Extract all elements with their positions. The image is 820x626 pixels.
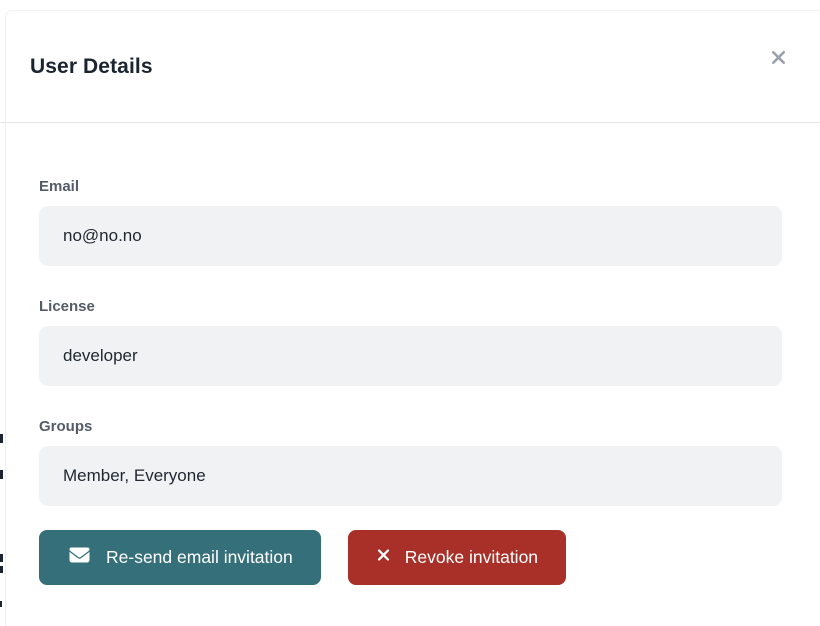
license-field[interactable]: developer: [39, 326, 782, 386]
groups-value: Member, Everyone: [63, 466, 206, 486]
license-label: License: [39, 298, 782, 316]
email-value: no@no.no: [63, 226, 142, 246]
envelope-icon: [67, 545, 92, 570]
resend-invitation-label: Re-send email invitation: [106, 547, 293, 568]
background-text-fragment: [0, 566, 3, 573]
background-text-fragment: [0, 434, 3, 443]
x-icon: [376, 546, 391, 569]
revoke-invitation-button[interactable]: Revoke invitation: [348, 530, 566, 585]
page-title: User Details: [30, 55, 153, 79]
groups-label: Groups: [39, 418, 782, 436]
close-button[interactable]: [764, 45, 792, 73]
revoke-invitation-label: Revoke invitation: [405, 547, 538, 568]
modal-header: User Details: [6, 11, 820, 123]
license-value: developer: [63, 346, 138, 366]
background-text-fragment: [0, 601, 2, 607]
license-field-group: License developer: [39, 298, 782, 386]
user-details-modal: User Details Email no@no.no License deve…: [5, 10, 820, 626]
email-label: Email: [39, 178, 782, 196]
background-text-fragment: [0, 554, 3, 562]
email-field-group: Email no@no.no: [39, 178, 782, 266]
x-icon: [768, 47, 789, 71]
groups-field[interactable]: Member, Everyone: [39, 446, 782, 506]
groups-field-group: Groups Member, Everyone: [39, 418, 782, 506]
action-buttons: Re-send email invitation Revoke invitati…: [39, 530, 782, 585]
background-text-fragment: [0, 470, 3, 479]
email-field[interactable]: no@no.no: [39, 206, 782, 266]
resend-invitation-button[interactable]: Re-send email invitation: [39, 530, 321, 585]
modal-body: Email no@no.no License developer Groups …: [6, 123, 820, 585]
